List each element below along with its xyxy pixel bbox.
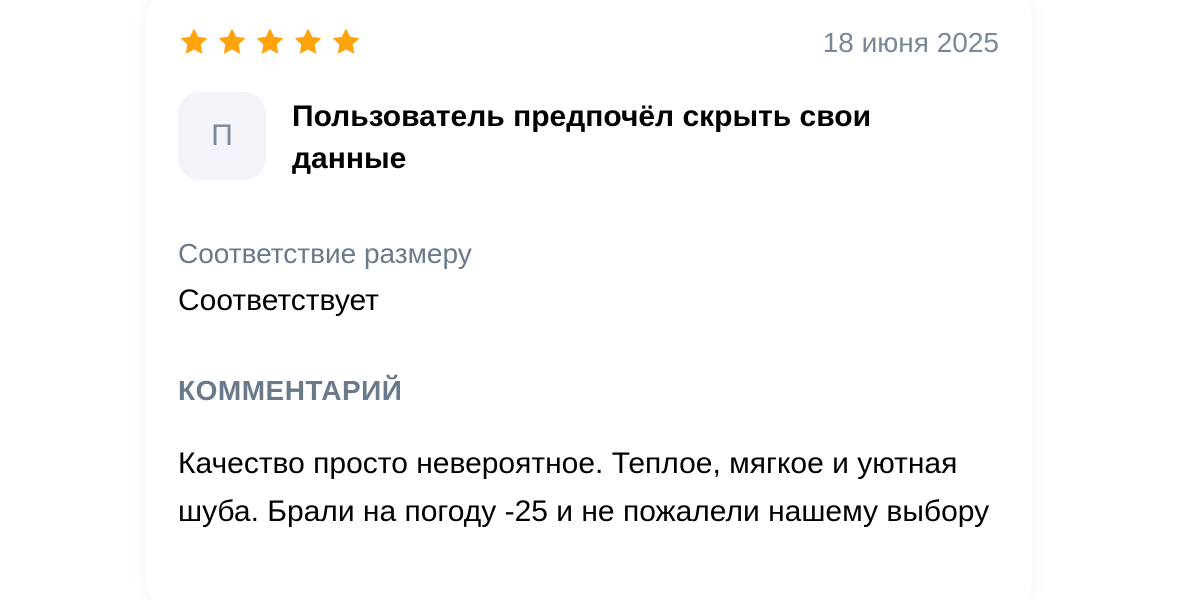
star-icon <box>216 26 248 58</box>
review-page: 18 июня 2025 П Пользователь предпочёл ск… <box>0 0 1179 600</box>
comment-text: Качество просто невероятное. Теплое, мяг… <box>178 447 990 528</box>
star-icon <box>330 26 362 58</box>
star-icon <box>254 26 286 58</box>
star-icon <box>178 26 210 58</box>
review-date: 18 июня 2025 <box>822 27 999 58</box>
size-fit-label: Соответствие размеру <box>178 238 472 269</box>
avatar-initial: П <box>211 119 233 152</box>
avatar: П <box>178 92 266 180</box>
comment-title: КОММЕНТАРИЙ <box>178 375 403 406</box>
rating-stars <box>178 26 362 58</box>
reviewer-name: Пользователь предпочёл скрыть свои данны… <box>292 100 872 175</box>
star-icon <box>292 26 324 58</box>
size-fit-value: Соответствует <box>178 284 379 317</box>
